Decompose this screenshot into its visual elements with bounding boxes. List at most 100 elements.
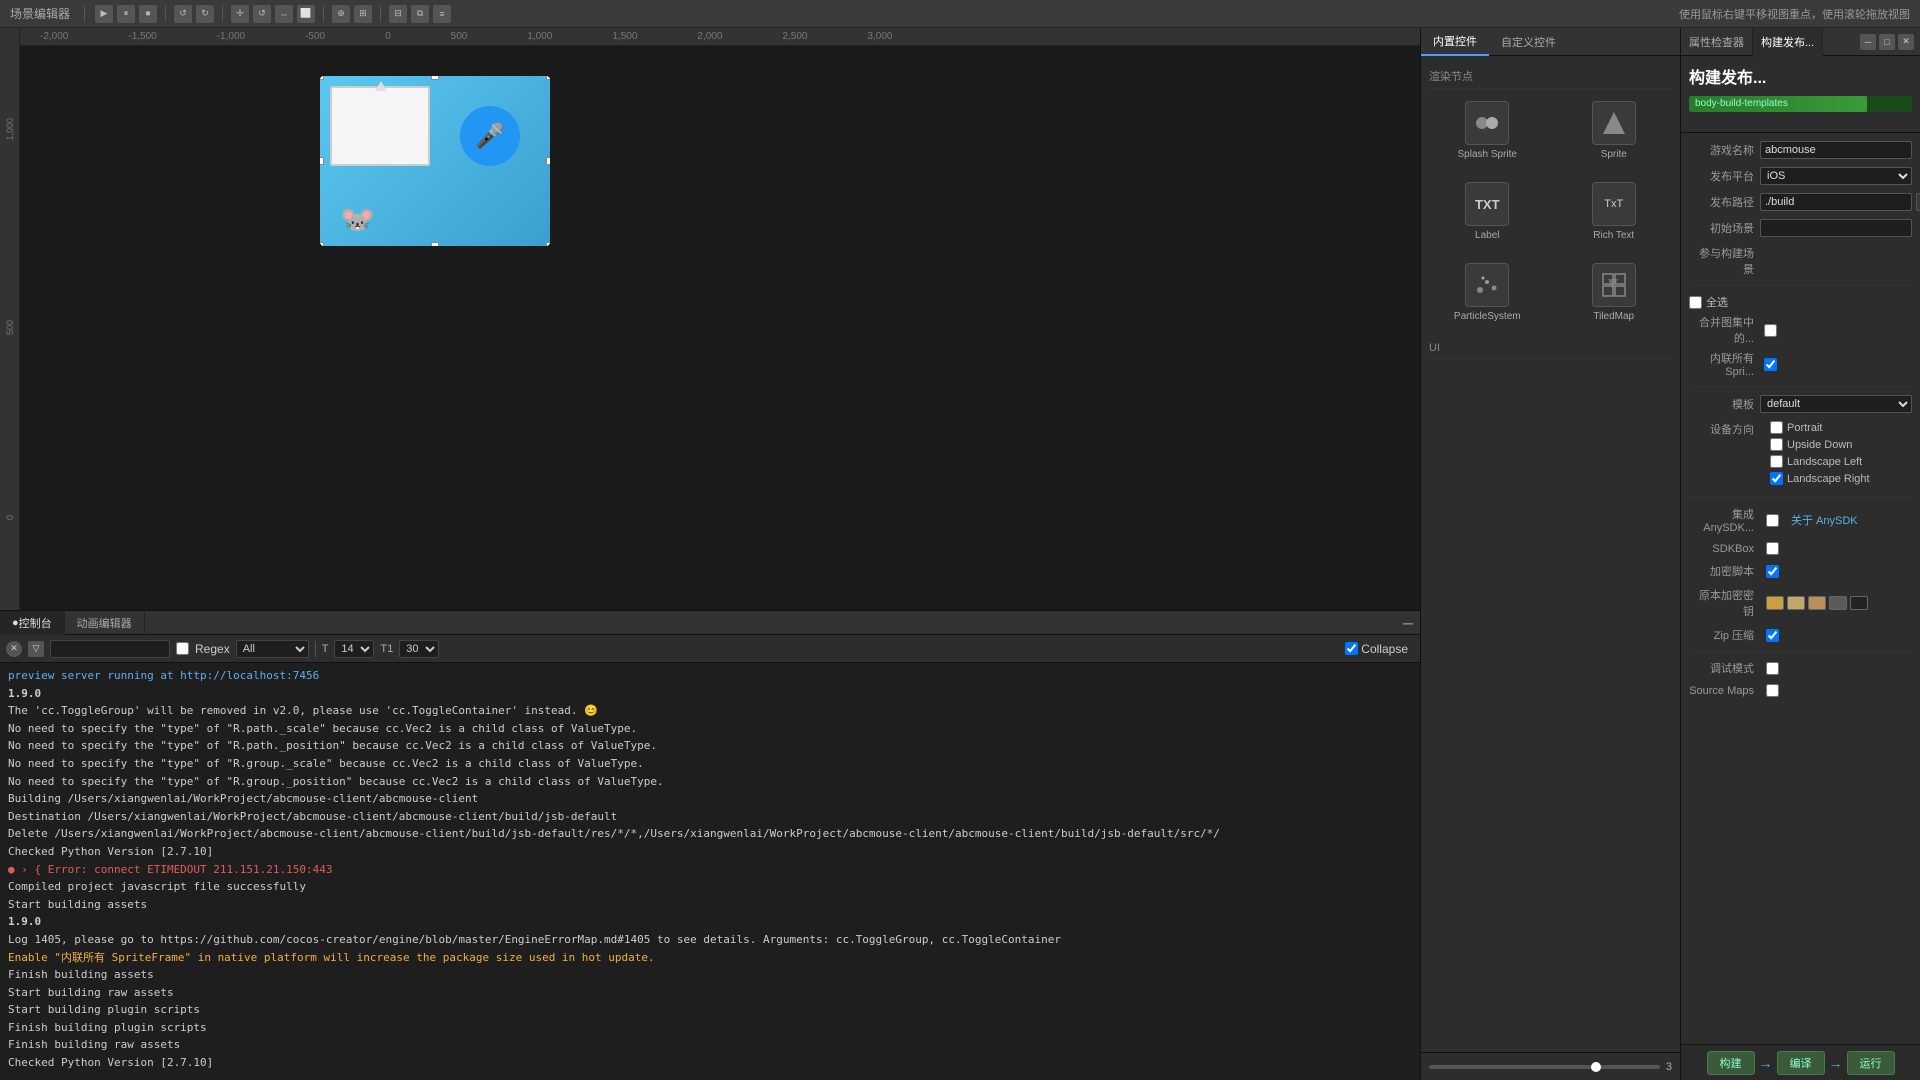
build-minimize[interactable]: ─ bbox=[1860, 34, 1876, 50]
platform-select[interactable]: iOS Android bbox=[1760, 167, 1912, 185]
all-checkbox[interactable] bbox=[1689, 296, 1702, 309]
console-content[interactable]: preview server running at http://localho… bbox=[0, 663, 1420, 1080]
tab-animation[interactable]: 动画编辑器 bbox=[65, 611, 145, 635]
undo-button[interactable]: ↺ bbox=[174, 5, 192, 23]
handle-mr[interactable] bbox=[546, 157, 550, 165]
time-select[interactable]: 30 60 bbox=[399, 640, 439, 658]
redo-button[interactable]: ↻ bbox=[196, 5, 214, 23]
scale-tool[interactable]: ⇔ bbox=[275, 5, 293, 23]
handle-tr[interactable] bbox=[546, 76, 550, 80]
node-rich-text[interactable]: TxT Rich Text bbox=[1556, 176, 1673, 247]
grid-tool[interactable]: ⊟ bbox=[389, 5, 407, 23]
console-line-7: Building /Users/xiangwenlai/WorkProject/… bbox=[8, 790, 1412, 808]
console-clear-btn[interactable]: ✕ bbox=[6, 641, 22, 657]
stop-button[interactable]: ⏹ bbox=[139, 5, 157, 23]
zoom-slider[interactable] bbox=[1429, 1065, 1660, 1069]
console-filter-select[interactable]: All Errors Warnings Info bbox=[236, 640, 309, 658]
path-browse-btn[interactable]: ... bbox=[1916, 193, 1920, 211]
swatch-3[interactable] bbox=[1808, 596, 1826, 610]
sdkbox-checkbox[interactable] bbox=[1766, 542, 1779, 555]
game-name-input[interactable] bbox=[1760, 141, 1912, 159]
compile-button[interactable]: 编译 bbox=[1777, 1051, 1825, 1075]
console-filter-btn[interactable]: ▽ bbox=[28, 641, 44, 657]
tab-build[interactable]: 构建发布... bbox=[1753, 28, 1823, 56]
swatch-2[interactable] bbox=[1787, 596, 1805, 610]
tab-props[interactable]: 属性检查器 bbox=[1681, 28, 1753, 56]
build-maximize[interactable]: □ bbox=[1879, 34, 1895, 50]
tab-custom-controls[interactable]: 自定义控件 bbox=[1489, 28, 1568, 56]
debug-label: 调试模式 bbox=[1689, 660, 1754, 676]
handle-br[interactable] bbox=[546, 242, 550, 246]
portrait-checkbox[interactable] bbox=[1770, 421, 1783, 434]
initial-scene-input[interactable] bbox=[1760, 219, 1912, 237]
landscape-left-checkbox[interactable] bbox=[1770, 455, 1783, 468]
node-particle[interactable]: ParticleSystem bbox=[1429, 257, 1546, 328]
rect-tool[interactable]: ⬜ bbox=[297, 5, 315, 23]
zoom-slider-thumb[interactable] bbox=[1591, 1062, 1601, 1072]
build-close[interactable]: ✕ bbox=[1898, 34, 1914, 50]
pivot-tool[interactable]: ⊕ bbox=[332, 5, 350, 23]
play-button[interactable]: ▶ bbox=[95, 5, 113, 23]
rotate-tool[interactable]: ↺ bbox=[253, 5, 271, 23]
sdk-label: 集成 AnySDK... bbox=[1689, 506, 1754, 534]
node-grid: Splash Sprite Sprite bbox=[1429, 95, 1672, 328]
handle-tl[interactable] bbox=[320, 76, 324, 80]
tab-console[interactable]: ● 控制台 bbox=[0, 611, 65, 635]
scene-area[interactable]: 1,000 500 0 -2,000 -1,500 -1,000 -500 bbox=[0, 28, 1420, 610]
node-label[interactable]: TXT Label bbox=[1429, 176, 1546, 247]
sdk-link[interactable]: 关于 AnySDK bbox=[1791, 512, 1858, 528]
particle-label: ParticleSystem bbox=[1454, 311, 1521, 322]
zip-checkbox[interactable] bbox=[1766, 629, 1779, 642]
console-tabs: ● 控制台 动画编辑器 ─ bbox=[0, 611, 1420, 635]
collapse-checkbox[interactable] bbox=[1345, 642, 1358, 655]
landscape-right-checkbox[interactable] bbox=[1770, 472, 1783, 485]
build-button[interactable]: 构建 bbox=[1707, 1051, 1755, 1075]
build-header-spacer bbox=[1823, 28, 1860, 55]
align-tool[interactable]: ≡ bbox=[433, 5, 451, 23]
scene-viewport[interactable]: 🎤 🐭 bbox=[20, 46, 1420, 610]
node-sprite[interactable]: Sprite bbox=[1556, 95, 1673, 166]
build-panel: 属性检查器 构建发布... ─ □ ✕ 构建发布... body-build-t bbox=[1680, 28, 1920, 1080]
ruler-left-500: 500 bbox=[5, 320, 15, 335]
pause-button[interactable]: ⏸ bbox=[117, 5, 135, 23]
snap-tool[interactable]: ⧉ bbox=[411, 5, 429, 23]
handle-bm[interactable] bbox=[431, 242, 439, 246]
path-input[interactable] bbox=[1760, 193, 1912, 211]
indent-label: T1 bbox=[380, 643, 393, 655]
upside-down-checkbox[interactable] bbox=[1770, 438, 1783, 451]
console-minimize[interactable]: ─ bbox=[1400, 615, 1416, 631]
node-splash-sprite[interactable]: Splash Sprite bbox=[1429, 95, 1546, 166]
node-tiled-map[interactable]: TiledMap bbox=[1556, 257, 1673, 328]
template-select[interactable]: default link bbox=[1760, 395, 1912, 413]
handle-bl[interactable] bbox=[320, 242, 324, 246]
swatch-4[interactable] bbox=[1829, 596, 1847, 610]
console-line-13: 1.9.0 bbox=[8, 913, 1412, 931]
ui-section: UI bbox=[1429, 338, 1672, 359]
orientation-options: Portrait Upside Down Landscape Left bbox=[1770, 421, 1870, 489]
console-line-2: The 'cc.ToggleGroup' will be removed in … bbox=[8, 702, 1412, 720]
divider-2 bbox=[1689, 386, 1912, 387]
local-tool[interactable]: ⊞ bbox=[354, 5, 372, 23]
swatch-5[interactable] bbox=[1850, 596, 1868, 610]
run-button[interactable]: 运行 bbox=[1847, 1051, 1895, 1075]
inline-checkbox[interactable] bbox=[1764, 358, 1777, 371]
handle-tm[interactable] bbox=[431, 76, 439, 80]
ruler-left: 1,000 500 0 bbox=[0, 28, 20, 610]
handle-ml[interactable] bbox=[320, 157, 324, 165]
swatch-1[interactable] bbox=[1766, 596, 1784, 610]
encrypt-checkbox[interactable] bbox=[1766, 565, 1779, 578]
merge-checkbox[interactable] bbox=[1764, 324, 1777, 337]
font-size-select[interactable]: 14 12 16 bbox=[334, 640, 374, 658]
console-regex-checkbox[interactable] bbox=[176, 642, 189, 655]
console-search-input[interactable] bbox=[50, 640, 170, 658]
move-tool[interactable]: ✛ bbox=[231, 5, 249, 23]
tab-builtin-controls[interactable]: 内置控件 bbox=[1421, 28, 1489, 56]
left-panel: 1,000 500 0 -2,000 -1,500 -1,000 -500 bbox=[0, 28, 1420, 1080]
section-ui: UI bbox=[1429, 338, 1672, 359]
node-panel-header: 内置控件 自定义控件 bbox=[1421, 28, 1680, 56]
sdk-checkbox[interactable] bbox=[1766, 514, 1779, 527]
source-maps-checkbox[interactable] bbox=[1766, 684, 1779, 697]
console-line-14: Log 1405, please go to https://github.co… bbox=[8, 931, 1412, 949]
debug-checkbox[interactable] bbox=[1766, 662, 1779, 675]
build-row-debug: 调试模式 bbox=[1689, 660, 1912, 676]
